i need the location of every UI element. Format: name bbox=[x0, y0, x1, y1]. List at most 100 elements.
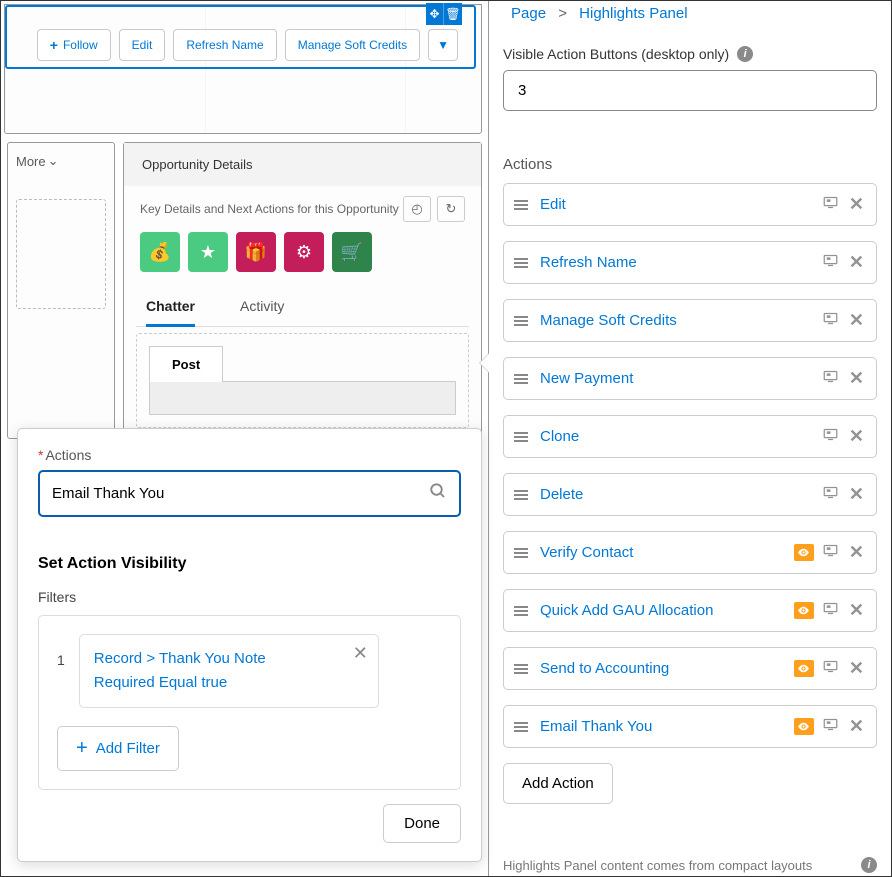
star-icon[interactable]: ★ bbox=[188, 232, 228, 272]
refresh-name-button[interactable]: Refresh Name bbox=[173, 29, 276, 61]
remove-action-icon[interactable]: ✕ bbox=[847, 310, 866, 331]
action-item[interactable]: New Payment ✕ bbox=[503, 357, 877, 400]
form-factor-icon[interactable] bbox=[822, 253, 839, 273]
action-item-label: Verify Contact bbox=[540, 544, 794, 561]
placeholder-region bbox=[16, 199, 106, 309]
actions-search-field[interactable] bbox=[52, 485, 429, 502]
action-item[interactable]: Send to Accounting ✕ bbox=[503, 647, 877, 690]
visible-action-buttons-input[interactable] bbox=[503, 70, 877, 111]
preview-action-bar: +Follow Edit Refresh Name Manage Soft Cr… bbox=[37, 29, 458, 61]
drag-handle-icon[interactable] bbox=[514, 200, 528, 210]
add-filter-button[interactable]: + Add Filter bbox=[57, 726, 179, 771]
key-details-label: Key Details and Next Actions for this Op… bbox=[140, 202, 399, 216]
action-item-label: Quick Add GAU Allocation bbox=[540, 602, 794, 619]
remove-action-icon[interactable]: ✕ bbox=[847, 426, 866, 447]
set-action-visibility-title: Set Action Visibility bbox=[38, 555, 461, 573]
trash-icon[interactable]: 🗑 bbox=[444, 3, 462, 25]
form-factor-icon[interactable] bbox=[822, 601, 839, 621]
action-item[interactable]: Edit ✕ bbox=[503, 183, 877, 226]
form-factor-icon[interactable] bbox=[822, 485, 839, 505]
cart-check-icon[interactable]: 🛒 bbox=[332, 232, 372, 272]
remove-action-icon[interactable]: ✕ bbox=[847, 368, 866, 389]
tab-chatter[interactable]: Chatter bbox=[146, 288, 195, 327]
chevron-right-icon: > bbox=[558, 5, 567, 22]
actions-list: Edit ✕ Refresh Name ✕ Manage Soft Credit… bbox=[503, 183, 877, 748]
action-item[interactable]: Email Thank You ✕ bbox=[503, 705, 877, 748]
filter-chip[interactable]: ✕ Record > Thank You Note Required Equal… bbox=[79, 634, 379, 708]
remove-action-icon[interactable]: ✕ bbox=[847, 716, 866, 737]
action-item-label: Email Thank You bbox=[540, 718, 794, 735]
move-icon[interactable]: ✥ bbox=[426, 3, 444, 25]
follow-button[interactable]: +Follow bbox=[37, 29, 111, 61]
drag-handle-icon[interactable] bbox=[514, 490, 528, 500]
gear-icon[interactable]: ⚙ bbox=[284, 232, 324, 272]
key-action-icons: 💰 ★ 🎁 ⚙ 🛒 bbox=[124, 222, 481, 282]
info-icon[interactable]: i bbox=[737, 46, 753, 62]
opportunity-details-header: Opportunity Details bbox=[124, 143, 481, 186]
form-factor-icon[interactable] bbox=[822, 717, 839, 737]
tab-activity[interactable]: Activity bbox=[240, 288, 284, 326]
remove-filter-icon[interactable]: ✕ bbox=[353, 643, 368, 664]
preview-sidebar[interactable]: More⌄ bbox=[7, 142, 115, 439]
remove-action-icon[interactable]: ✕ bbox=[847, 484, 866, 505]
action-item[interactable]: Delete ✕ bbox=[503, 473, 877, 516]
drag-handle-icon[interactable] bbox=[514, 432, 528, 442]
add-action-button[interactable]: Add Action bbox=[503, 763, 613, 804]
visibility-eye-icon bbox=[794, 718, 814, 735]
remove-action-icon[interactable]: ✕ bbox=[847, 194, 866, 215]
filter-text-line2: Required Equal true bbox=[94, 671, 364, 695]
remove-action-icon[interactable]: ✕ bbox=[847, 658, 866, 679]
breadcrumb-parent[interactable]: Page bbox=[511, 5, 546, 22]
form-factor-icon[interactable] bbox=[822, 195, 839, 215]
done-button[interactable]: Done bbox=[383, 804, 461, 843]
form-factor-icon[interactable] bbox=[822, 369, 839, 389]
action-item[interactable]: Quick Add GAU Allocation ✕ bbox=[503, 589, 877, 632]
drag-handle-icon[interactable] bbox=[514, 374, 528, 384]
action-item-label: Refresh Name bbox=[540, 254, 822, 271]
breadcrumb-current[interactable]: Highlights Panel bbox=[579, 5, 687, 22]
refresh-icon[interactable]: ↻ bbox=[437, 196, 465, 222]
remove-action-icon[interactable]: ✕ bbox=[847, 542, 866, 563]
info-icon[interactable]: i bbox=[861, 857, 877, 873]
popover-pointer bbox=[479, 353, 489, 373]
gift-icon[interactable]: 🎁 bbox=[236, 232, 276, 272]
breadcrumb: Page > Highlights Panel bbox=[503, 1, 877, 22]
remove-action-icon[interactable]: ✕ bbox=[847, 600, 866, 621]
action-item-label: Manage Soft Credits bbox=[540, 312, 822, 329]
drag-handle-icon[interactable] bbox=[514, 258, 528, 268]
action-item[interactable]: Refresh Name ✕ bbox=[503, 241, 877, 284]
drag-handle-icon[interactable] bbox=[514, 664, 528, 674]
dropdown-button[interactable]: ▼ bbox=[428, 29, 458, 61]
action-item[interactable]: Clone ✕ bbox=[503, 415, 877, 458]
plus-icon: + bbox=[50, 37, 58, 53]
search-icon bbox=[429, 482, 447, 505]
edit-button[interactable]: Edit bbox=[119, 29, 166, 61]
remove-action-icon[interactable]: ✕ bbox=[847, 252, 866, 273]
preview-highlight-panel[interactable]: ✥ 🗑 +Follow Edit Refresh Name Manage Sof… bbox=[4, 4, 482, 134]
money-bag-icon[interactable]: 💰 bbox=[140, 232, 180, 272]
manage-soft-credits-button[interactable]: Manage Soft Credits bbox=[285, 29, 420, 61]
action-item-label: Clone bbox=[540, 428, 822, 445]
form-factor-icon[interactable] bbox=[822, 311, 839, 331]
form-factor-icon[interactable] bbox=[822, 427, 839, 447]
drag-handle-icon[interactable] bbox=[514, 316, 528, 326]
drag-handle-icon[interactable] bbox=[514, 548, 528, 558]
action-item-label: New Payment bbox=[540, 370, 822, 387]
action-item[interactable]: Manage Soft Credits ✕ bbox=[503, 299, 877, 342]
post-tab[interactable]: Post bbox=[149, 346, 223, 382]
form-factor-icon[interactable] bbox=[822, 659, 839, 679]
actions-header: Actions bbox=[503, 156, 877, 173]
clock-icon[interactable]: ◴ bbox=[403, 196, 431, 222]
more-dropdown[interactable]: More⌄ bbox=[16, 153, 106, 169]
preview-tabs: Chatter Activity bbox=[136, 288, 469, 327]
visibility-eye-icon bbox=[794, 544, 814, 561]
action-item[interactable]: Verify Contact ✕ bbox=[503, 531, 877, 574]
visibility-eye-icon bbox=[794, 602, 814, 619]
form-factor-icon[interactable] bbox=[822, 543, 839, 563]
drag-handle-icon[interactable] bbox=[514, 722, 528, 732]
drag-handle-icon[interactable] bbox=[514, 606, 528, 616]
action-item-label: Send to Accounting bbox=[540, 660, 794, 677]
actions-search-input[interactable] bbox=[38, 470, 461, 517]
preview-main[interactable]: Opportunity Details Key Details and Next… bbox=[123, 142, 482, 439]
action-item-label: Edit bbox=[540, 196, 822, 213]
